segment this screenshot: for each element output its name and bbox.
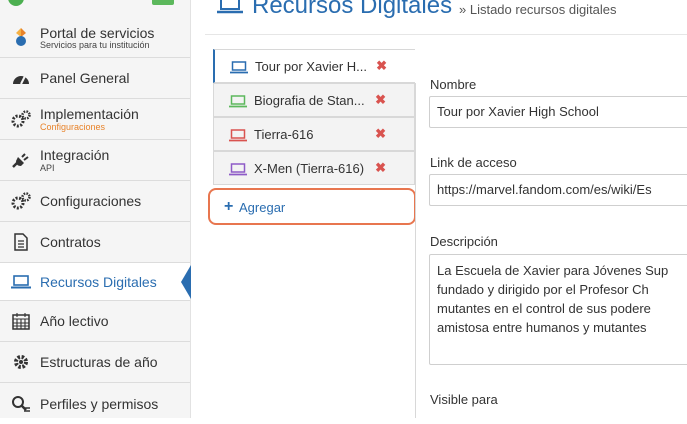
descripcion-line: amistosa entre humanos y mutantes (437, 320, 647, 335)
resource-tab[interactable]: Tour por Xavier H... ✖ (213, 49, 415, 83)
sidebar-item-label: Implementación (40, 106, 139, 122)
descripcion-line: fundado y dirigido por el Profesor Ch (437, 282, 649, 297)
sidebar-item-portal[interactable]: Portal de servicios Servicios para tu in… (0, 17, 190, 58)
sidebar-item-label: Panel General (40, 70, 130, 86)
sidebar-item-configuraciones[interactable]: Configuraciones (0, 181, 190, 222)
gear-icon (11, 352, 31, 372)
active-item-marker (181, 265, 191, 299)
nombre-label: Nombre (430, 77, 477, 92)
sidebar-item-label: Perfiles y permisos (40, 395, 159, 412)
delete-icon[interactable]: ✖ (375, 92, 386, 108)
sidebar-item-recursos-digitales[interactable]: Recursos Digitales (0, 263, 190, 301)
link-label: Link de acceso (430, 155, 517, 170)
laptop-icon (229, 95, 247, 108)
resource-tab[interactable]: Biografia de Stan... ✖ (213, 83, 415, 117)
gears-icon (11, 109, 31, 129)
calendar-icon (11, 311, 31, 331)
document-icon (11, 232, 31, 252)
sidebar-item-contratos[interactable]: Contratos (0, 222, 190, 263)
resource-tab[interactable]: X-Men (Tierra-616) ✖ (213, 151, 415, 185)
sidebar: Portal de servicios Servicios para tu in… (0, 0, 191, 418)
sidebar-item-sublabel: Configuraciones (40, 122, 106, 132)
sidebar-item-label: Configuraciones (40, 193, 142, 209)
resource-tab-label: X-Men (Tierra-616) (254, 160, 365, 176)
sidebar-item-panel-general[interactable]: Panel General (0, 58, 190, 99)
plug-icon (11, 150, 31, 170)
sidebar-item-sublabel: API (40, 163, 55, 173)
descripcion-line: mutantes en el control de sus podere (437, 301, 651, 316)
sidebar-item-label: Recursos Digitales (40, 273, 157, 290)
delete-icon[interactable]: ✖ (375, 160, 386, 176)
resource-tab-label: Tour por Xavier H... (255, 58, 367, 74)
sidebar-item-label: Estructuras de año (40, 354, 158, 370)
breadcrumb: » Listado recursos digitales (459, 2, 617, 17)
sidebar-item-implementacion[interactable]: Implementación Configuraciones (0, 99, 190, 140)
descripcion-field[interactable]: La Escuela de Xavier para Jóvenes Sup fu… (429, 254, 687, 365)
add-resource-button[interactable]: + Agregar (208, 188, 416, 225)
dashboard-icon (11, 68, 31, 88)
nombre-field[interactable]: Tour por Xavier High School (429, 96, 687, 128)
sidebar-item-label: Portal de servicios (40, 25, 155, 41)
top-nav-icon[interactable] (8, 0, 24, 6)
laptop-icon (229, 129, 247, 142)
laptop-icon (230, 61, 248, 74)
sidebar-item-label: Integración (40, 147, 110, 163)
page-title: Recursos Digitales (252, 0, 453, 19)
sidebar-item-integracion[interactable]: Integración API (0, 140, 190, 181)
user-search-icon (11, 394, 31, 414)
laptop-icon (11, 272, 31, 292)
resource-tab-label: Biografia de Stan... (254, 92, 365, 108)
gears-icon (11, 191, 31, 211)
panel-divider (415, 83, 416, 418)
visible-label: Visible para (430, 392, 498, 407)
portal-icon (11, 27, 31, 47)
header-divider (205, 34, 687, 35)
resource-tab[interactable]: Tierra-616 ✖ (213, 117, 415, 151)
laptop-icon (229, 163, 247, 176)
sidebar-item-label: Año lectivo (40, 313, 109, 329)
top-status-indicator (152, 0, 174, 5)
link-field[interactable]: https://marvel.fandom.com/es/wiki/Es (429, 174, 687, 206)
sidebar-item-estructuras[interactable]: Estructuras de año (0, 342, 190, 383)
descripcion-line: La Escuela de Xavier para Jóvenes Sup (437, 263, 669, 278)
plus-icon: + (224, 198, 234, 215)
laptop-icon (217, 0, 243, 14)
sidebar-item-ano-lectivo[interactable]: Año lectivo (0, 301, 190, 342)
delete-icon[interactable]: ✖ (375, 126, 386, 142)
resource-tab-label: Tierra-616 (254, 126, 314, 142)
delete-icon[interactable]: ✖ (376, 58, 387, 74)
sidebar-item-label: Contratos (40, 234, 101, 250)
descripcion-label: Descripción (430, 234, 498, 249)
add-resource-label: Agregar (239, 200, 286, 215)
sidebar-item-sublabel: Servicios para tu institución (40, 40, 150, 50)
